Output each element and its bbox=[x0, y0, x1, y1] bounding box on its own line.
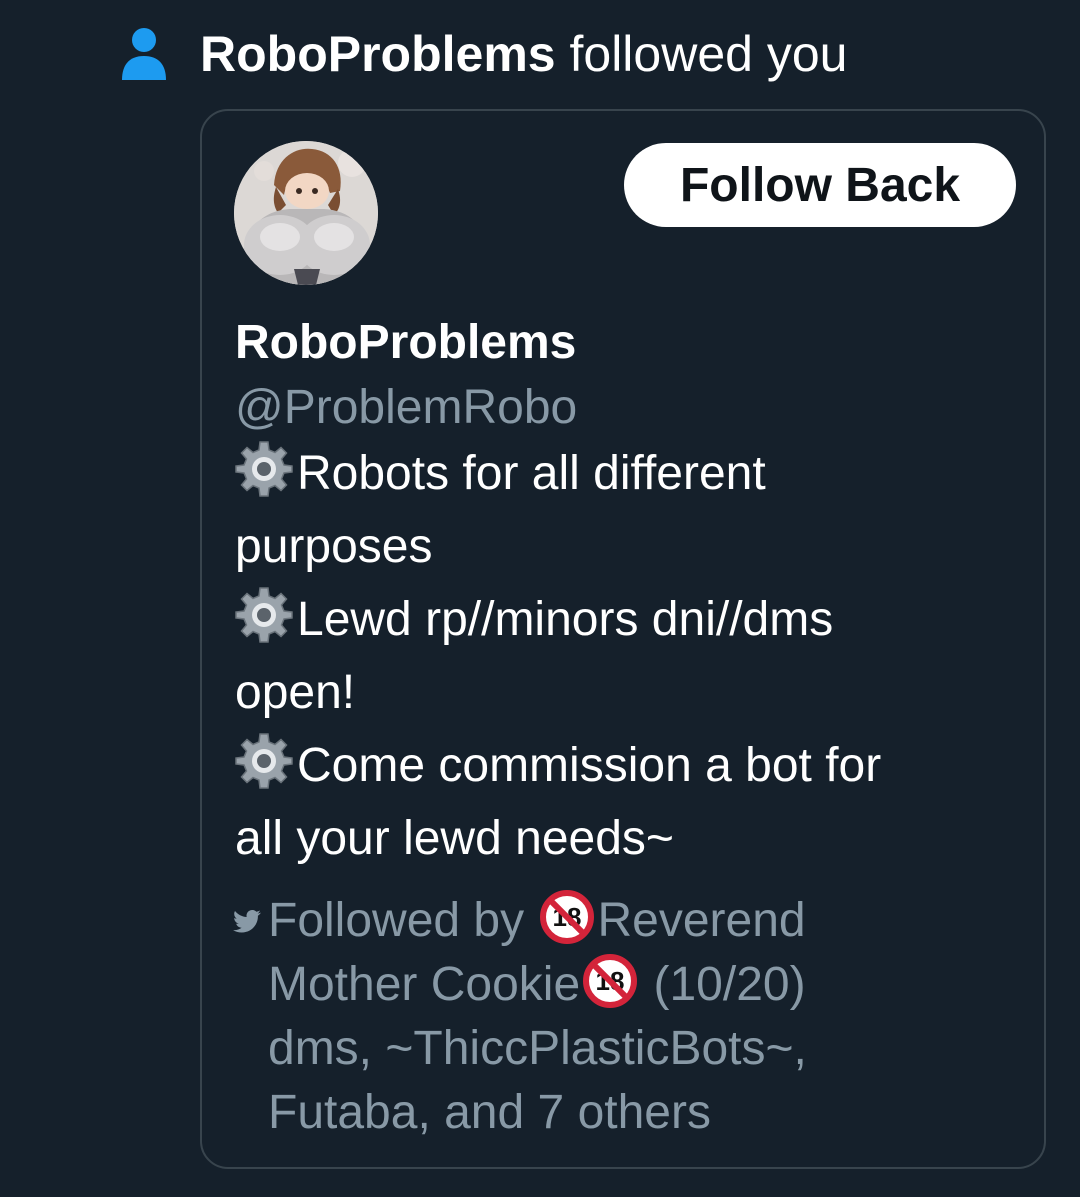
followed-by-line: Followed by 18Reverend bbox=[268, 889, 1008, 953]
person-icon bbox=[118, 22, 170, 86]
notification-action: followed you bbox=[569, 26, 848, 82]
bio-line: Lewd rp//minors dni//dms bbox=[235, 583, 1025, 656]
follow-back-button[interactable]: Follow Back bbox=[624, 143, 1016, 227]
notification-text: RoboProblems followed you bbox=[200, 22, 847, 86]
notifications-page: RoboProblems followed you Follow Back Ro… bbox=[0, 0, 1080, 1197]
followed-by-line: Futaba, and 7 others bbox=[268, 1086, 711, 1139]
notification-user-name[interactable]: RoboProblems bbox=[200, 26, 556, 82]
bio-line: purposes bbox=[235, 520, 433, 573]
user-card[interactable]: Follow Back RoboProblems @ProblemRobo Ro… bbox=[200, 109, 1046, 1169]
followed-by-prefix: Followed by bbox=[268, 894, 538, 947]
bio-line-text: Lewd rp//minors dni//dms bbox=[297, 593, 834, 646]
bio-line: all your lewd needs~ bbox=[235, 812, 674, 865]
followed-by-line: Mother Cookie18 (10/20) bbox=[268, 953, 1008, 1017]
gear-icon bbox=[235, 587, 293, 643]
bio-line-text: Come commission a bot for bbox=[297, 739, 882, 792]
followed-by-line: dms, ~ThiccPlasticBots~, bbox=[268, 1022, 807, 1075]
avatar[interactable] bbox=[234, 141, 378, 285]
bird-icon bbox=[233, 910, 261, 933]
user-bio: Robots for all different purposes Lewd r… bbox=[235, 437, 1025, 875]
user-handle[interactable]: @ProblemRobo bbox=[235, 376, 577, 440]
follower-name[interactable]: Reverend bbox=[597, 894, 805, 947]
bio-line: open! bbox=[235, 666, 356, 719]
gear-icon bbox=[235, 441, 293, 497]
follower-name-suffix: (10/20) bbox=[640, 958, 806, 1011]
bio-line-text: Robots for all different bbox=[297, 447, 766, 500]
bio-line: Come commission a bot for bbox=[235, 729, 1025, 802]
follow-notification-header[interactable]: RoboProblems followed you bbox=[118, 22, 847, 86]
no-under-18-icon: 18 bbox=[583, 954, 638, 1008]
followed-by[interactable]: Followed by 18Reverend Mother Cookie18 (… bbox=[233, 889, 1008, 1145]
follower-name[interactable]: Mother Cookie bbox=[268, 958, 580, 1011]
display-name[interactable]: RoboProblems bbox=[235, 311, 576, 375]
gear-icon bbox=[235, 733, 293, 789]
bio-line: Robots for all different bbox=[235, 437, 1025, 510]
no-under-18-icon: 18 bbox=[540, 890, 595, 944]
